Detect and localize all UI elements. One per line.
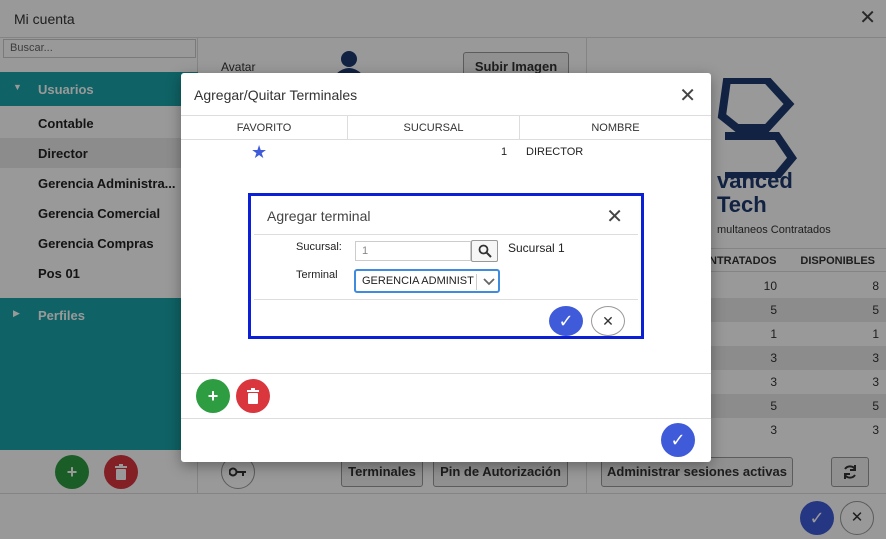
terminal-select[interactable]: GERENCIA ADMINIST [354, 269, 500, 293]
terminals-table-header: FAVORITO SUCURSAL NOMBRE [181, 115, 711, 140]
add-terminal-title: Agregar terminal [267, 208, 371, 224]
remove-terminal-button[interactable] [236, 379, 270, 413]
branch-search-button[interactable] [471, 240, 498, 262]
terminal-select-value: GERENCIA ADMINIST [362, 275, 474, 287]
trash-icon [247, 388, 259, 404]
branch-input[interactable]: 1 [355, 241, 471, 261]
add-terminal-dialog: Agregar terminal ✕ Sucursal: 1 Sucursal … [248, 193, 644, 339]
chevron-down-icon [483, 278, 495, 286]
terminal-label: Terminal [296, 269, 338, 281]
branch-name: Sucursal 1 [508, 241, 565, 255]
col-branch: SUCURSAL [403, 122, 464, 134]
search-icon [478, 244, 492, 258]
confirm-add-terminal-button[interactable]: ✓ [549, 306, 583, 336]
row-branch: 1 [501, 146, 508, 158]
row-name: DIRECTOR [526, 146, 584, 158]
close-icon[interactable]: ✕ [679, 83, 696, 108]
branch-label: Sucursal: [296, 241, 342, 253]
close-icon[interactable]: ✕ [606, 204, 623, 229]
col-favorite: FAVORITO [236, 122, 292, 134]
table-row[interactable]: ★ 1 DIRECTOR [181, 141, 711, 165]
star-icon[interactable]: ★ [251, 143, 267, 161]
add-terminal-button[interactable]: + [196, 379, 230, 413]
cancel-add-terminal-button[interactable]: ✕ [591, 306, 625, 336]
confirm-terminals-button[interactable]: ✓ [661, 423, 695, 457]
col-name: NOMBRE [591, 122, 640, 134]
terminals-dialog-title: Agregar/Quitar Terminales [194, 87, 358, 103]
